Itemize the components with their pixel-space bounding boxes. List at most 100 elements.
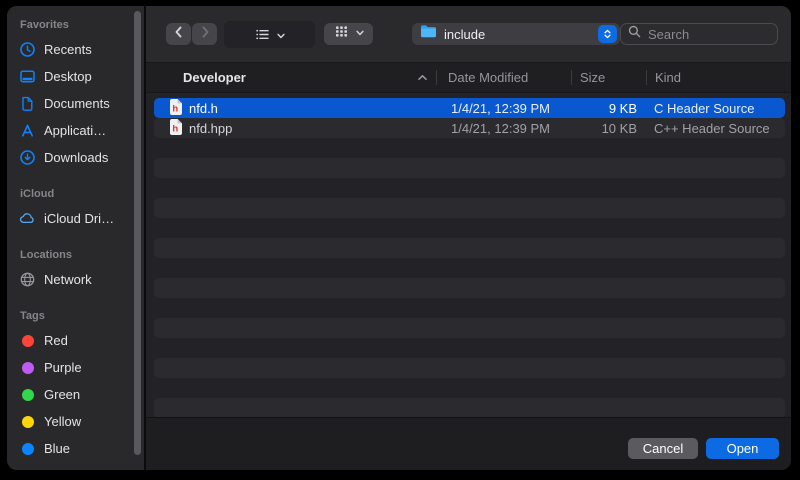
folder-select[interactable]: include (412, 23, 620, 45)
sidebar-item-label: Green (44, 387, 80, 402)
sidebar-item-downloads[interactable]: Downloads (7, 144, 144, 171)
open-button[interactable]: Open (706, 438, 779, 459)
column-header-row: Developer Date Modified Size Kind (146, 62, 791, 93)
sidebar-item-tag-purple[interactable]: Purple (7, 354, 144, 381)
table-row-nfd-hpp[interactable]: h nfd.hpp 1/4/21, 12:39 PM 10 KB C++ Hea… (154, 118, 785, 138)
empty-row (154, 398, 785, 417)
column-header-name[interactable]: Developer (146, 63, 436, 92)
file-kind: C++ Header Source (646, 121, 785, 136)
sidebar-content: Favorites Recents Desktop (7, 6, 144, 470)
file-open-dialog: Favorites Recents Desktop (7, 6, 791, 470)
yellow-tag-dot-icon (19, 413, 36, 430)
sidebar-item-tag-yellow[interactable]: Yellow (7, 408, 144, 435)
sidebar-section-icloud: iCloud (7, 187, 144, 201)
sidebar-item-label: Red (44, 333, 68, 348)
globe-icon (19, 271, 36, 288)
list-view-icon (254, 26, 271, 48)
sidebar-item-label: Network (44, 272, 92, 287)
empty-row (154, 138, 785, 158)
empty-row (154, 238, 785, 258)
sidebar-item-label: iCloud Dri… (44, 211, 114, 226)
empty-row (154, 358, 785, 378)
chevron-right-icon (196, 23, 214, 46)
desktop-icon (19, 68, 36, 85)
sidebar-item-network[interactable]: Network (7, 266, 144, 293)
file-date-modified: 1/4/21, 12:39 PM (436, 121, 571, 136)
empty-row (154, 218, 785, 238)
search-field[interactable] (620, 23, 778, 45)
empty-row (154, 338, 785, 358)
column-header-date-label: Date Modified (448, 70, 528, 85)
dialog-footer: Cancel Open (146, 417, 791, 470)
sidebar-item-label: All Tags (44, 468, 89, 470)
search-icon (628, 25, 641, 43)
blue-tag-dot-icon (19, 440, 36, 457)
empty-row (154, 298, 785, 318)
table-row-nfd-h[interactable]: h nfd.h 1/4/21, 12:39 PM 9 KB C Header S… (154, 98, 785, 118)
sidebar-item-label: Documents (44, 96, 110, 111)
empty-row (154, 158, 785, 178)
sidebar-section-tags: Tags (7, 309, 144, 323)
header-file-icon: h (169, 119, 182, 138)
file-size: 9 KB (571, 101, 646, 116)
empty-row (154, 278, 785, 298)
sidebar-item-all-tags[interactable]: All Tags (7, 462, 144, 470)
sidebar-item-applications[interactable]: Applicati… (7, 117, 144, 144)
screen: Favorites Recents Desktop (0, 0, 800, 480)
sidebar-item-tag-green[interactable]: Green (7, 381, 144, 408)
group-view-button[interactable] (324, 23, 373, 45)
toolbar: include (146, 6, 791, 62)
svg-text:h: h (172, 123, 178, 134)
file-date-modified: 1/4/21, 12:39 PM (436, 101, 571, 116)
column-header-size[interactable]: Size (571, 63, 646, 92)
empty-row (154, 178, 785, 198)
forward-button[interactable] (192, 23, 217, 45)
list-view-button[interactable] (224, 21, 315, 48)
folder-select-value: include (444, 27, 485, 42)
chevron-left-icon (170, 23, 188, 46)
header-file-icon: h (169, 99, 182, 118)
file-kind: C Header Source (646, 101, 785, 116)
main-panel: include Developer (146, 6, 791, 470)
sidebar-item-label: Yellow (44, 414, 81, 429)
file-name-cell: h nfd.hpp (154, 119, 436, 138)
column-header-name-label: Developer (183, 70, 246, 85)
column-header-date-modified[interactable]: Date Modified (436, 63, 571, 92)
sidebar-item-label: Blue (44, 441, 70, 456)
column-header-kind-label: Kind (655, 70, 681, 85)
sidebar-item-tag-blue[interactable]: Blue (7, 435, 144, 462)
green-tag-dot-icon (19, 386, 36, 403)
file-size: 10 KB (571, 121, 646, 136)
clock-icon (19, 41, 36, 58)
download-circle-icon (19, 149, 36, 166)
column-header-kind[interactable]: Kind (646, 63, 791, 92)
sidebar-item-desktop[interactable]: Desktop (7, 63, 144, 90)
sidebar-item-label: Recents (44, 42, 92, 57)
sidebar-scrollbar[interactable] (134, 11, 141, 455)
svg-text:h: h (172, 103, 178, 114)
file-name: nfd.hpp (189, 121, 232, 136)
purple-tag-dot-icon (19, 359, 36, 376)
sidebar-item-label: Applicati… (44, 123, 106, 138)
sort-ascending-icon (417, 70, 428, 85)
sidebar-section-locations: Locations (7, 248, 144, 262)
sidebar-item-label: Downloads (44, 150, 108, 165)
sidebar-item-recents[interactable]: Recents (7, 36, 144, 63)
chevron-down-icon (276, 28, 286, 46)
sidebar: Favorites Recents Desktop (7, 6, 146, 470)
all-tags-circle-icon (19, 467, 36, 470)
app-store-icon (19, 122, 36, 139)
cancel-button[interactable]: Cancel (628, 438, 698, 459)
sidebar-item-icloud-drive[interactable]: iCloud Dri… (7, 205, 144, 232)
group-view-icon (333, 23, 350, 45)
back-button[interactable] (166, 23, 191, 45)
sidebar-item-label: Desktop (44, 69, 92, 84)
sidebar-item-documents[interactable]: Documents (7, 90, 144, 117)
empty-row (154, 378, 785, 398)
search-input[interactable] (646, 26, 770, 43)
column-header-size-label: Size (580, 70, 605, 85)
sidebar-item-tag-red[interactable]: Red (7, 327, 144, 354)
file-list: h nfd.h 1/4/21, 12:39 PM 9 KB C Header S… (146, 93, 791, 417)
empty-row (154, 258, 785, 278)
sidebar-item-label: Purple (44, 360, 82, 375)
